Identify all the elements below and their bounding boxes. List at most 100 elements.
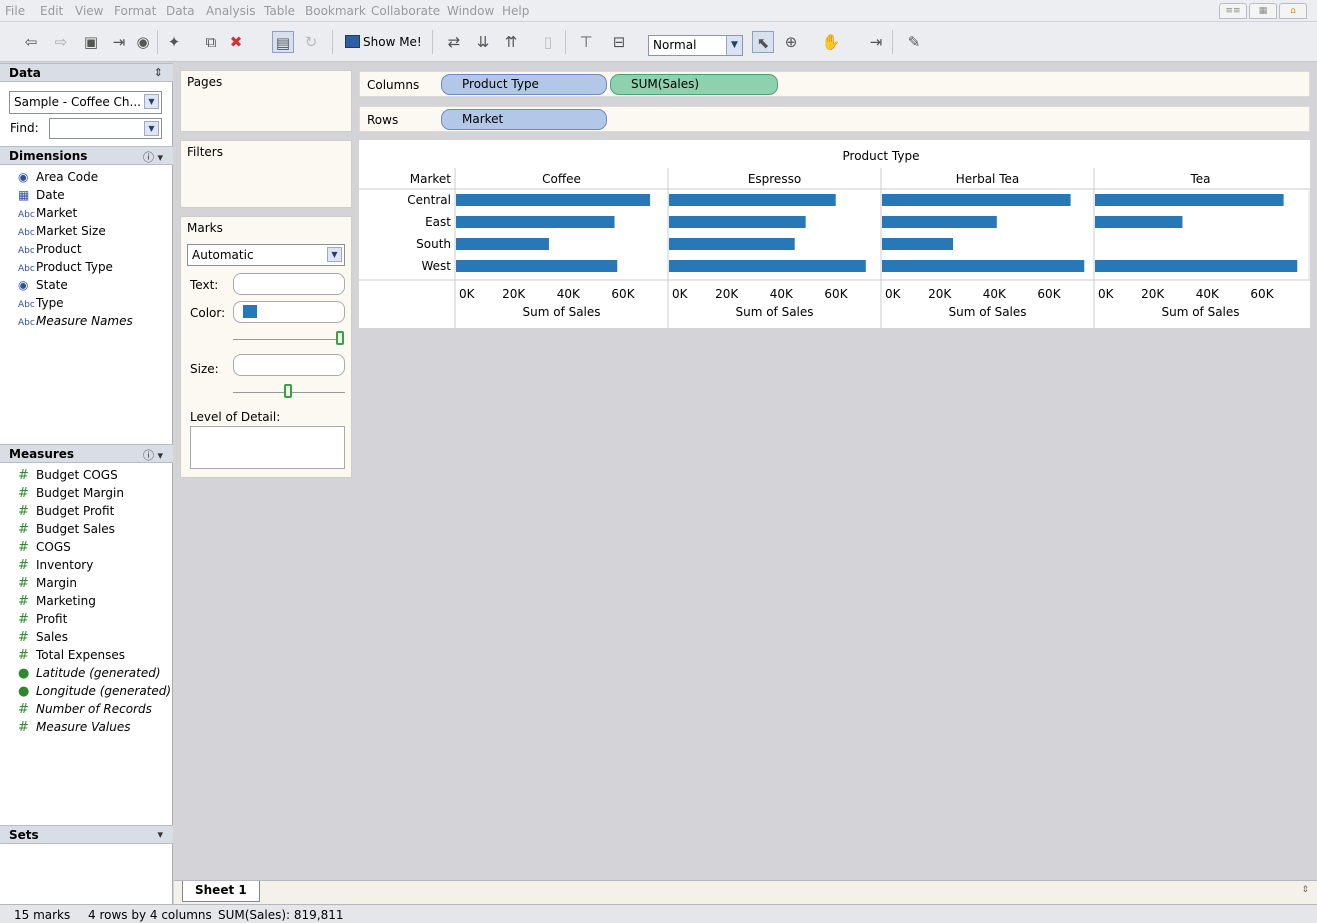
swap-rows-columns-icon[interactable]: ⇄ — [443, 31, 465, 53]
measure-budget-profit[interactable]: # Budget Profit — [18, 504, 114, 519]
new-worksheet-icon[interactable]: ✦ — [163, 31, 185, 53]
status-sum: SUM(Sales): 819,811 — [218, 908, 344, 922]
find-input[interactable]: ▼ — [49, 118, 162, 139]
dimension-type[interactable]: AbcType — [18, 296, 64, 313]
sets-header: Sets ▾ — [0, 825, 173, 844]
measure-label: Budget COGS — [36, 468, 118, 482]
menu-help[interactable]: Help — [502, 4, 529, 18]
select-pointer-icon[interactable]: ⬉ — [752, 31, 774, 53]
bar-espresso-south — [669, 238, 795, 250]
show-me-label: Show Me! — [363, 35, 422, 49]
dimension-state[interactable]: ◉ State — [18, 278, 68, 293]
color-swatch[interactable] — [243, 305, 257, 318]
panel-header-tea: Tea — [1189, 172, 1210, 186]
sort-descending-icon[interactable]: ⇈ — [500, 31, 522, 53]
menu-data[interactable]: Data — [166, 4, 195, 18]
resize-handle-icon[interactable]: ⇕ — [1301, 885, 1309, 895]
sort-ascending-icon[interactable]: ⇊ — [472, 31, 494, 53]
auto-update-icon[interactable]: ▤ — [272, 31, 294, 53]
measure-cogs[interactable]: # COGS — [18, 540, 71, 555]
measure-longitude-generated[interactable]: ● Longitude (generated) — [18, 684, 171, 699]
data-refresh-icon[interactable]: ◉ — [132, 31, 154, 53]
bar-chart[interactable]: Product Type Market Central East South West Co… — [359, 140, 1310, 328]
text-shelf[interactable] — [233, 273, 345, 295]
measure-budget-cogs[interactable]: # Budget COGS — [18, 468, 118, 483]
zoom-icon[interactable]: ⊕ — [780, 31, 802, 53]
fit-select[interactable]: Normal ▼ — [648, 35, 743, 56]
back-icon[interactable]: ⇦ — [20, 31, 42, 53]
duplicate-sheet-icon[interactable]: ⧉ — [200, 31, 222, 53]
chevron-down-icon: ▼ — [327, 247, 342, 262]
pages-card[interactable]: Pages — [180, 70, 352, 132]
mark-type-select[interactable]: Automatic ▼ — [187, 244, 345, 266]
toolbar: ⇦ ⇨ ▣ ⇥ ◉ ✦ ⧉ ✖ ▤ ↻ Show Me! ⇄ ⇊ ⇈ ▯ ⊤ ⊟… — [0, 22, 1317, 62]
measure-budget-sales[interactable]: # Budget Sales — [18, 522, 115, 537]
dimension-market[interactable]: AbcMarket — [18, 206, 77, 223]
datasource-select[interactable]: Sample - Coffee Ch... ▼ — [9, 91, 162, 114]
pin-icon[interactable]: ⇥ — [865, 31, 887, 53]
menu-bookmark[interactable]: Bookmark — [305, 4, 366, 18]
menu-analysis[interactable]: Analysis — [206, 4, 255, 18]
product-type-pill[interactable]: Product Type — [441, 74, 607, 95]
size-slider-knob[interactable] — [284, 384, 292, 398]
rows-shelf[interactable]: Rows Market — [359, 106, 1310, 132]
sum-sales-pill[interactable]: SUM(Sales) — [610, 74, 778, 95]
resize-handle-icon[interactable]: ⇕ — [154, 66, 163, 79]
measure-number-of-records[interactable]: # Number of Records — [18, 702, 152, 717]
highlight-icon[interactable]: ▯ — [537, 31, 559, 53]
filmstrip-view-icon[interactable]: ≡≡ — [1219, 3, 1247, 19]
x-tick-label: 20K — [928, 287, 952, 301]
menu-window[interactable]: Window — [447, 4, 494, 18]
show-me-button[interactable]: Show Me! — [345, 32, 422, 52]
dimension-product[interactable]: AbcProduct — [18, 242, 82, 259]
menu-format[interactable]: Format — [114, 4, 156, 18]
measure-sales[interactable]: # Sales — [18, 630, 68, 645]
opacity-slider-knob[interactable] — [336, 331, 344, 345]
pan-icon[interactable]: ✋ — [820, 31, 842, 53]
measure-budget-margin[interactable]: # Budget Margin — [18, 486, 124, 501]
measure-margin[interactable]: # Margin — [18, 576, 77, 591]
fit-icon[interactable]: ⊟ — [608, 31, 630, 53]
text-shelf-label: Text: — [190, 278, 219, 292]
abc-icon: Abc — [18, 210, 35, 220]
connect-data-icon[interactable]: ⇥ — [108, 31, 130, 53]
dimension-product-type[interactable]: AbcProduct Type — [18, 260, 113, 277]
menu-table[interactable]: Table — [264, 4, 295, 18]
run-update-icon[interactable]: ↻ — [300, 31, 322, 53]
filters-card[interactable]: Filters — [180, 140, 352, 208]
dimension-measure-names[interactable]: AbcMeasure Names — [18, 314, 133, 331]
dimension-date[interactable]: ▦ Date — [18, 188, 65, 203]
dimension-market-size[interactable]: AbcMarket Size — [18, 224, 106, 241]
color-shelf[interactable] — [233, 301, 345, 323]
home-icon[interactable]: ⌂ — [1279, 3, 1307, 19]
size-shelf[interactable] — [233, 354, 345, 376]
sheet-tab[interactable]: Sheet 1 — [182, 881, 260, 902]
clear-sheet-icon[interactable]: ✖ — [225, 31, 247, 53]
sorter-view-icon[interactable]: ▦ — [1249, 3, 1277, 19]
save-icon[interactable]: ▣ — [80, 31, 102, 53]
measure-inventory[interactable]: # Inventory — [18, 558, 93, 573]
chevron-down-icon[interactable]: ▾ — [157, 828, 163, 841]
menu-view[interactable]: View — [75, 4, 103, 18]
opacity-slider[interactable] — [233, 339, 341, 340]
annotate-icon[interactable]: ✎ — [903, 31, 925, 53]
columns-shelf[interactable]: Columns Product Type SUM(Sales) — [359, 71, 1310, 97]
measure-profit[interactable]: # Profit — [18, 612, 67, 627]
hash-icon: # — [18, 468, 29, 483]
forward-icon[interactable]: ⇨ — [50, 31, 72, 53]
info-icon[interactable]: ⓘ ▾ — [143, 447, 163, 463]
present-mode-icon[interactable]: ⊤ — [575, 31, 597, 53]
measures-header: Measures ⓘ ▾ — [0, 444, 173, 463]
measure-marketing[interactable]: # Marketing — [18, 594, 96, 609]
market-pill[interactable]: Market — [441, 109, 607, 130]
measure-measure-values[interactable]: # Measure Values — [18, 720, 130, 735]
measure-total-expenses[interactable]: # Total Expenses — [18, 648, 125, 663]
level-of-detail-shelf[interactable] — [190, 426, 345, 469]
measure-latitude-generated[interactable]: ● Latitude (generated) — [18, 666, 161, 681]
menu-file[interactable]: File — [5, 4, 25, 18]
dimension-area-code[interactable]: ◉ Area Code — [18, 170, 98, 185]
level-of-detail-label: Level of Detail: — [190, 410, 281, 424]
menu-collaborate[interactable]: Collaborate — [371, 4, 440, 18]
menu-edit[interactable]: Edit — [40, 4, 63, 18]
info-icon[interactable]: ⓘ ▾ — [143, 149, 163, 165]
